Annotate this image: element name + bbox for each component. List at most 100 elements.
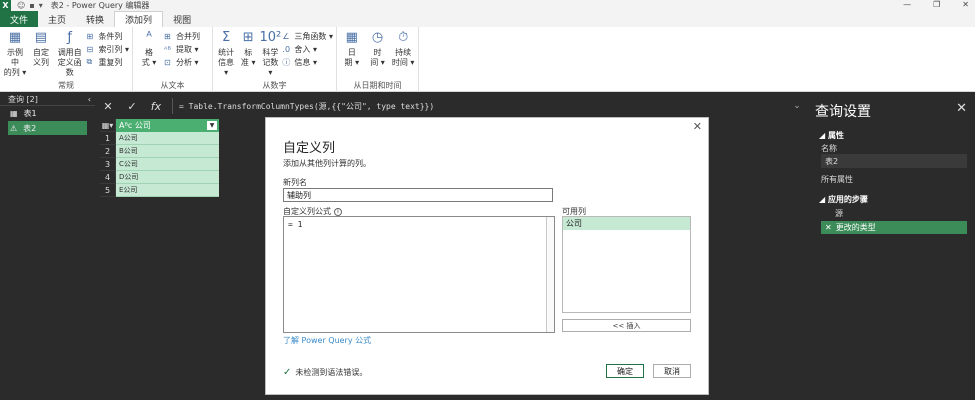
rounding-icon: .0 [282, 44, 291, 54]
time-button[interactable]: ◷ 时 间 ▾ [366, 29, 390, 80]
extract-icon: ᴬᴮ [164, 44, 171, 54]
minimize-button[interactable]: — [903, 0, 911, 9]
column-from-examples-button[interactable]: ▦ 示例中 的列 ▾ [3, 29, 27, 80]
grid-cell[interactable]: A公司 [116, 132, 219, 145]
parse-button[interactable]: ⊡ 分析 ▾ [164, 56, 200, 68]
applied-steps-section[interactable]: ◢ 应用的步骤 [819, 194, 868, 205]
available-columns-list: 公司 [562, 216, 691, 313]
custom-column-icon: ▤ [34, 30, 48, 45]
restore-button[interactable]: ❐ [933, 0, 940, 9]
tab-file[interactable]: 文件 [0, 11, 39, 27]
warning-icon: ⚠ [10, 123, 18, 133]
collapse-chevron-icon[interactable]: ‹ [88, 95, 91, 104]
excel-logo-icon: X [0, 0, 11, 11]
expand-formula-chevron-icon[interactable]: ⌄ [789, 101, 805, 111]
all-properties-link[interactable]: 所有属性 [821, 174, 853, 185]
close-settings-icon[interactable]: ✕ [956, 101, 967, 116]
delete-step-icon[interactable]: ✕ [825, 223, 832, 232]
save-icon[interactable]: ▪ [29, 1, 34, 10]
rounding-button[interactable]: .0 舍入 ▾ [282, 43, 333, 55]
tab-transform[interactable]: 转换 [76, 11, 114, 27]
merge-columns-button[interactable]: ⊞ 合并列 [164, 30, 200, 42]
formula-bar: ✕ ✓ fx = Table.TransformColumnTypes(源,{{… [96, 97, 805, 115]
cancel-button[interactable]: 取消 [653, 364, 691, 378]
ok-button[interactable]: 确定 [606, 364, 644, 378]
close-window-button[interactable]: ✕ [962, 0, 969, 9]
text-type-icon[interactable]: Aᴮc [119, 121, 132, 130]
duplicate-icon: ⧉ [86, 57, 93, 66]
grid-cell[interactable]: C公司 [116, 158, 219, 171]
custom-formula-editor[interactable]: = 1 [283, 216, 555, 333]
formula-input[interactable]: = Table.TransformColumnTypes(源,{{"公司", t… [172, 98, 789, 114]
column-header-company[interactable]: Aᴮc 公司 ▼ [116, 119, 219, 132]
trigonometry-button[interactable]: ∠ 三角函数 ▾ [282, 30, 333, 42]
date-button[interactable]: ▦ 日 期 ▾ [340, 29, 364, 80]
table-menu-icon[interactable]: ▦▾ [100, 119, 116, 132]
duplicate-column-button[interactable]: ⧉ 重复列 [86, 56, 129, 68]
query-settings-pane: 查询设置 ✕ ◢ 属性 名称 表2 所有属性 ◢ 应用的步骤 源 ✕ 更改的类型 [807, 93, 975, 400]
insert-button[interactable]: << 插入 [562, 319, 691, 332]
cancel-formula-button[interactable]: ✕ [96, 100, 120, 113]
grid-cell[interactable]: E公司 [116, 184, 219, 197]
query-item-table2[interactable]: ⚠ 表2 [8, 121, 87, 135]
grid-cell[interactable]: D公司 [116, 171, 219, 184]
number-info-button[interactable]: ⓘ 信息 ▾ [282, 56, 333, 68]
stopwatch-icon: ⏱ [398, 30, 409, 45]
commit-formula-button[interactable]: ✓ [120, 100, 144, 113]
close-dialog-icon[interactable]: ✕ [693, 120, 702, 133]
invoke-function-button[interactable]: ƒ 调用自 定义函数 [55, 29, 85, 80]
calendar-icon: ▦ [345, 30, 358, 45]
group-label-number: 从数字 [262, 81, 287, 90]
group-label-text: 从文本 [160, 81, 185, 90]
index-column-button[interactable]: ⊟ 索引列 ▾ [86, 43, 129, 55]
tab-add-column[interactable]: 添加列 [114, 11, 164, 27]
standard-button[interactable]: ⊞ 标 准 ▾ [238, 29, 258, 80]
applied-step-source[interactable]: 源 [821, 207, 967, 220]
ribbon-group-general: ▦ 示例中 的列 ▾ ▤ 自定 义列 ƒ 调用自 定义函数 ⊞ 条件列 ⊟ 索引列 … [0, 27, 133, 92]
info-icon: ⓘ [282, 57, 291, 67]
fx-icon[interactable]: fx [144, 100, 168, 113]
list-item[interactable]: 公司 [563, 217, 690, 230]
table-row: 4 D公司 [100, 171, 220, 184]
ribbon-group-text: ᴬ 格 式 ▾ ⊞ 合并列 ᴬᴮ 提取 ▾ ⊡ 分析 ▾ 从文本 [133, 27, 213, 92]
group-label-datetime: 从日期和时间 [353, 81, 402, 90]
table-row: 3 C公司 [100, 158, 220, 171]
grid-cell[interactable]: B公司 [116, 145, 219, 158]
scientific-button[interactable]: 10² 科学 记数 ▾ [259, 29, 281, 80]
clock-icon: ◷ [371, 30, 384, 45]
tab-home[interactable]: 主页 [38, 11, 76, 27]
name-label: 名称 [821, 144, 837, 153]
new-column-name-input[interactable]: 辅助列 [283, 188, 553, 202]
column-filter-dropdown-icon[interactable]: ▼ [207, 121, 217, 130]
properties-section[interactable]: ◢ 属性 [819, 130, 844, 141]
quick-access-toolbar: ☺ ▪ ▾ [17, 1, 43, 10]
customize-chevron-icon[interactable]: ▾ [39, 1, 43, 10]
statistics-button[interactable]: Σ 统计 信息 ▾ [216, 29, 236, 80]
applied-step-changed-type[interactable]: ✕ 更改的类型 [821, 221, 967, 234]
query-item-table1[interactable]: ▦ 表1 [0, 106, 95, 120]
ribbon-group-number: Σ 统计 信息 ▾ ⊞ 标 准 ▾ 10² 科学 记数 ▾ ∠ 三角函数 ▾ .0… [213, 27, 337, 92]
table-icon: ▦ [10, 108, 18, 118]
number-small-buttons: ∠ 三角函数 ▾ .0 舍入 ▾ ⓘ 信息 ▾ [282, 29, 333, 80]
info-icon[interactable]: i [334, 207, 342, 216]
trig-icon: ∠ [282, 31, 290, 41]
extract-button[interactable]: ᴬᴮ 提取 ▾ [164, 43, 200, 55]
index-icon: ⊟ [86, 44, 94, 54]
table-row: 2 B公司 [100, 145, 220, 158]
format-button[interactable]: ᴬ 格 式 ▾ [136, 29, 162, 80]
duration-button[interactable]: ⏱ 持续 时间 ▾ [391, 29, 415, 80]
group-label-general: 常规 [58, 81, 74, 90]
parse-icon: ⊡ [164, 57, 171, 67]
tab-view[interactable]: 视图 [163, 11, 201, 27]
smiley-icon[interactable]: ☺ [17, 1, 25, 10]
title-bar: X ☺ ▪ ▾ 表2 - Power Query 编辑器 — ❐ ✕ [0, 0, 975, 11]
conditional-icon: ⊞ [86, 31, 94, 41]
formula-scrollbar[interactable] [546, 217, 554, 332]
text-small-buttons: ⊞ 合并列 ᴬᴮ 提取 ▾ ⊡ 分析 ▾ [164, 29, 200, 80]
window-controls: — ❐ ✕ [903, 0, 969, 9]
learn-power-query-link[interactable]: 了解 Power Query 公式 [283, 335, 371, 346]
custom-column-button[interactable]: ▤ 自定 义列 [29, 29, 53, 80]
new-column-name-label: 新列名 [283, 178, 307, 187]
conditional-column-button[interactable]: ⊞ 条件列 [86, 30, 129, 42]
query-name-input[interactable]: 表2 [821, 154, 967, 168]
